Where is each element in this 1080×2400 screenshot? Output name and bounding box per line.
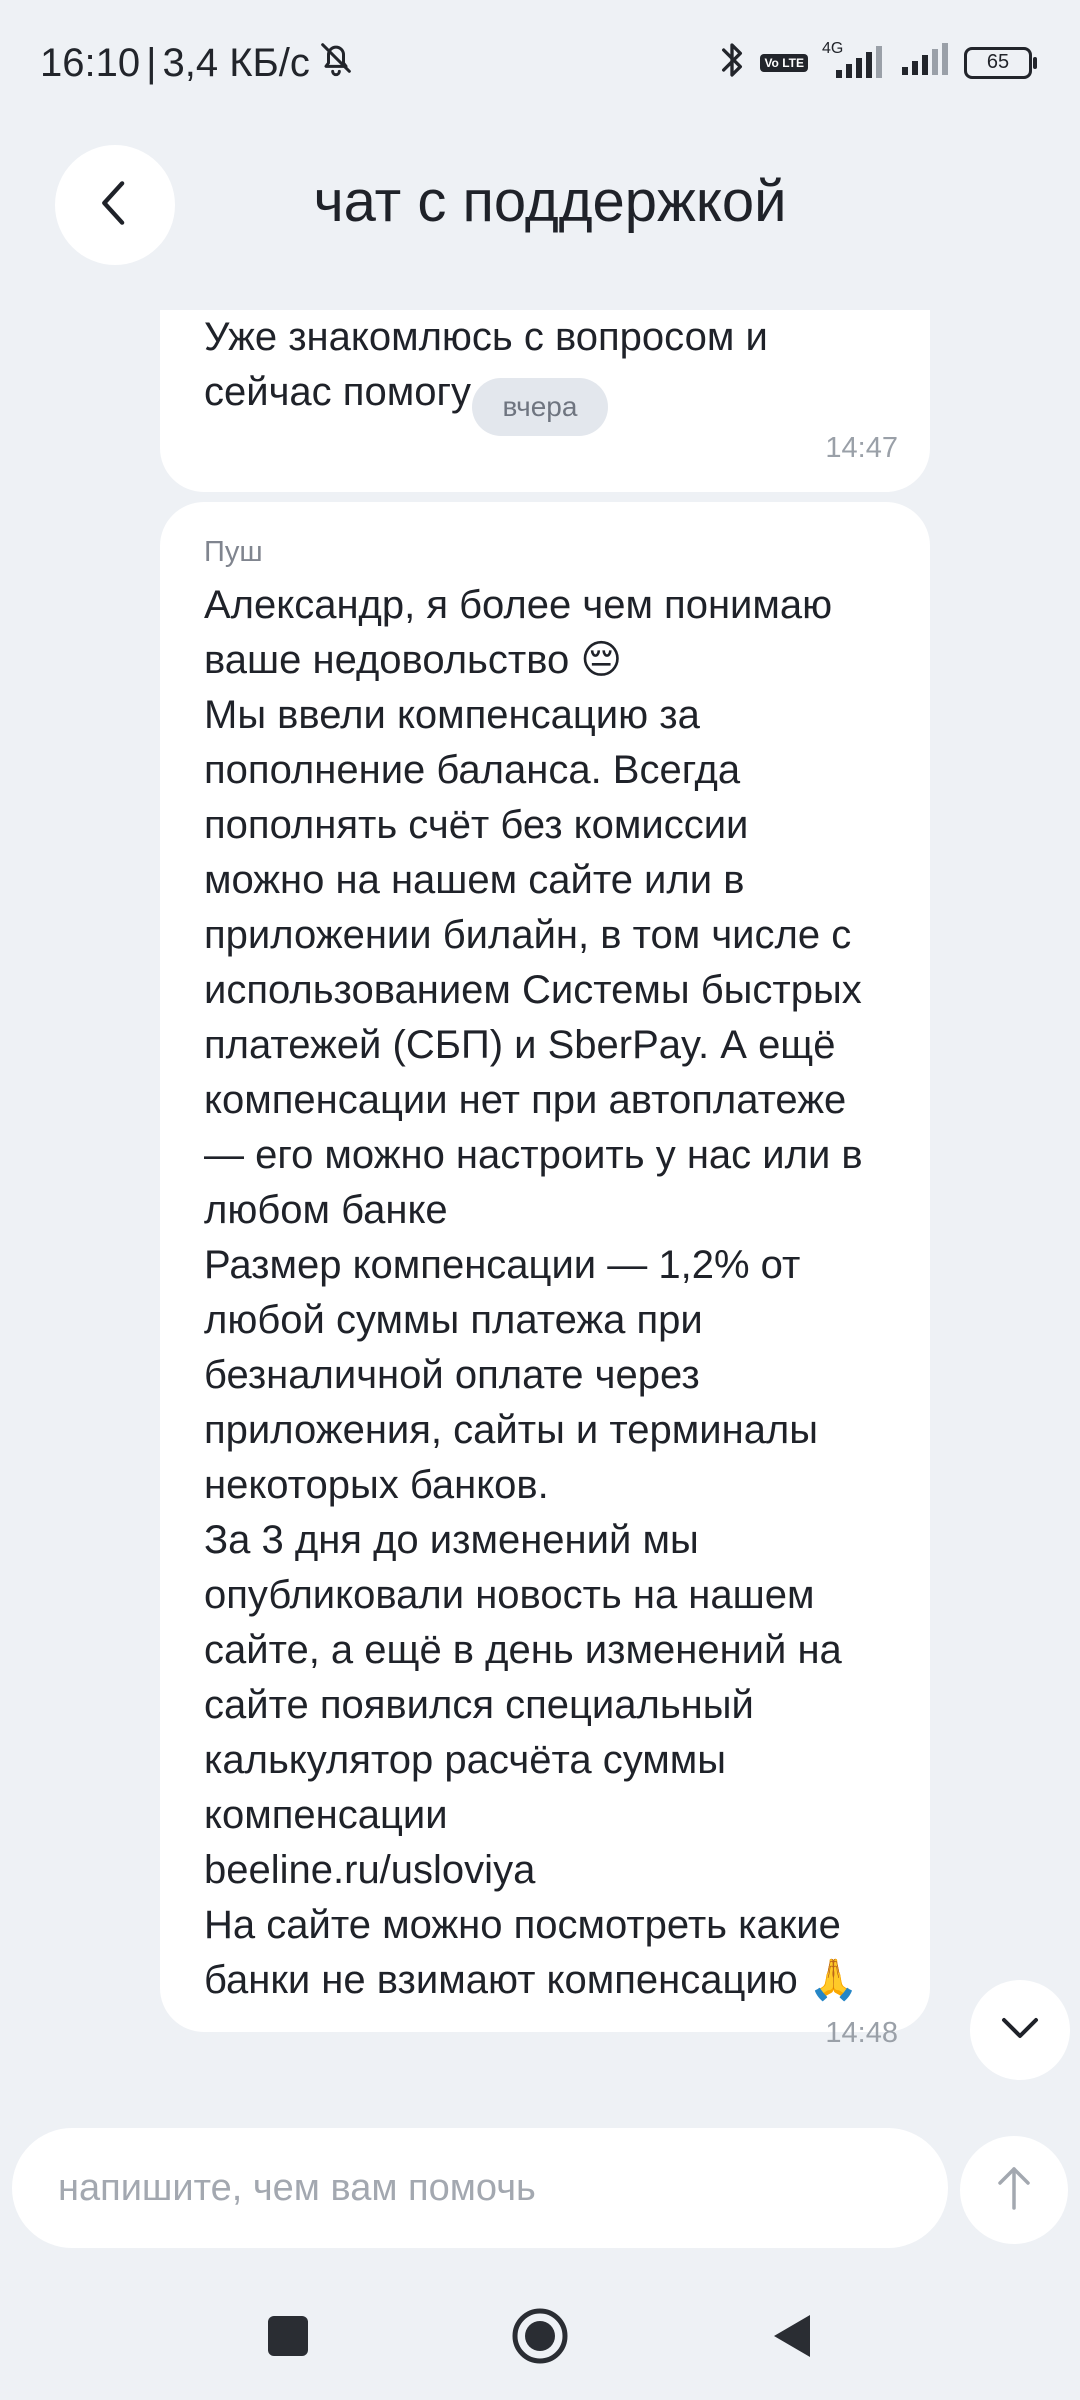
message-sender: Пуш (204, 536, 263, 568)
system-nav-bar (0, 2270, 1080, 2400)
status-separator: | (146, 40, 157, 85)
date-chip: вчера (472, 378, 608, 436)
signal-icon-1: 4G (822, 40, 886, 80)
status-time: 16:10 (40, 40, 141, 85)
network-label: 4G (822, 39, 844, 57)
chevron-down-icon (1000, 2015, 1040, 2046)
bluetooth-icon (718, 40, 746, 85)
bell-off-icon (316, 38, 356, 88)
status-bar: 16:10 | 3,4 КБ/с Vo LTE 4G 65 (0, 0, 1080, 130)
status-right: Vo LTE 4G 65 (718, 40, 1037, 85)
header: чат с поддержкой (0, 140, 1080, 270)
volte-badge: Vo LTE (760, 53, 808, 72)
recents-button[interactable] (258, 2308, 318, 2368)
message-bubble: Пуш Александр, я более чем понимаю ваше … (160, 502, 930, 2049)
message-time: 14:48 (825, 2017, 898, 2049)
chat-area[interactable]: Уже знакомлюсь с вопросом и сейчас помог… (0, 310, 1080, 2080)
status-speed: 3,4 КБ/с (162, 40, 310, 85)
status-left: 16:10 | 3,4 КБ/с (40, 38, 356, 88)
message-composer (12, 2128, 948, 2248)
circle-icon (511, 2307, 569, 2370)
send-button[interactable] (960, 2136, 1068, 2244)
back-nav-button[interactable] (762, 2308, 822, 2368)
arrow-up-icon (994, 2164, 1034, 2217)
triangle-back-icon (772, 2313, 812, 2364)
battery-icon: 65 (964, 46, 1037, 79)
home-button[interactable] (510, 2308, 570, 2368)
message-input[interactable] (56, 2165, 920, 2211)
page-title: чат с поддержкой (313, 169, 787, 234)
signal-icon-2 (900, 43, 950, 82)
battery-level: 65 (986, 51, 1010, 73)
message-text: Александр, я более чем понимаю ваше недо… (204, 583, 863, 2002)
message-time: 14:47 (825, 432, 898, 464)
square-icon (268, 2315, 308, 2361)
scroll-down-button[interactable] (970, 1980, 1070, 2080)
